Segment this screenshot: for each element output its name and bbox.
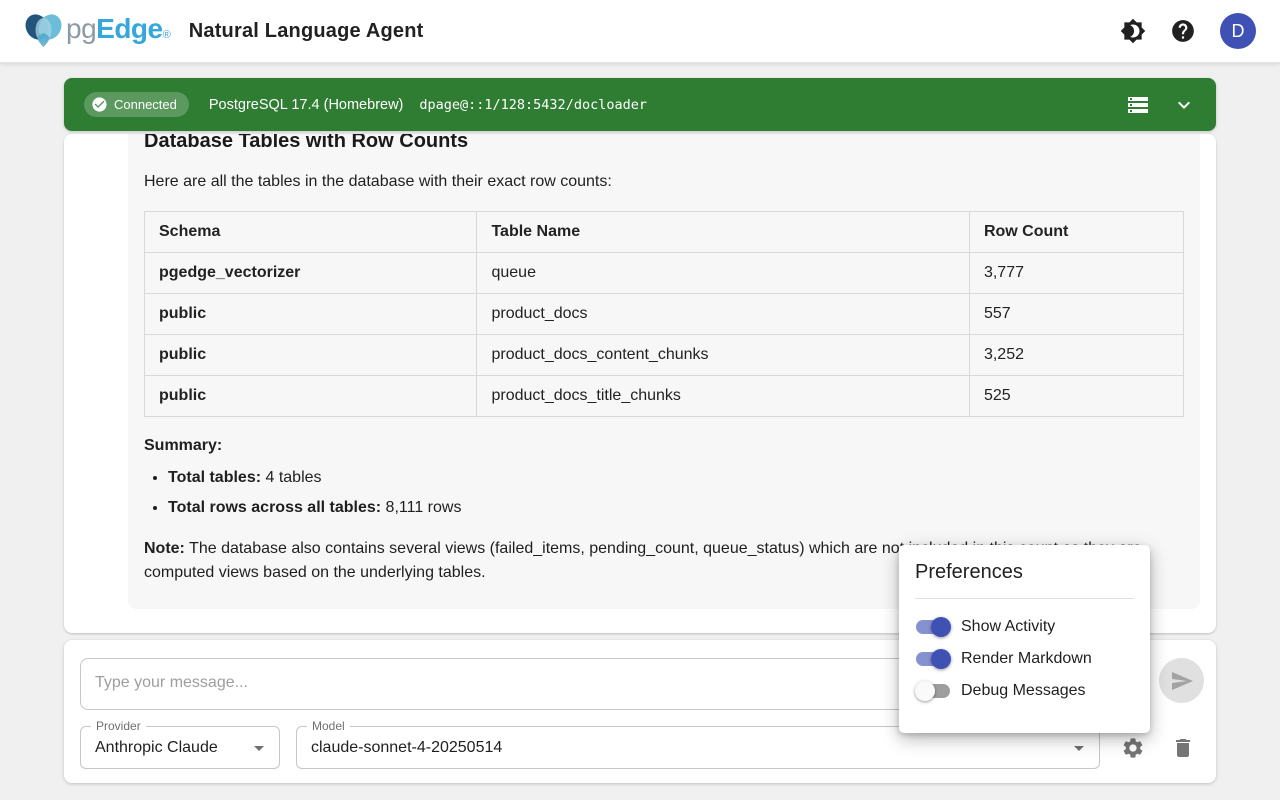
- list-item: Total tables: 4 tables: [168, 469, 1184, 487]
- divider: [915, 598, 1134, 599]
- list-item: Total rows across all tables: 8,111 rows: [168, 499, 1184, 517]
- cell-schema: public: [145, 294, 477, 335]
- app-header: pg Edge ® Natural Language Agent D: [0, 0, 1280, 63]
- provider-select[interactable]: Provider Anthropic Claude: [80, 726, 280, 769]
- render-markdown-toggle[interactable]: [915, 649, 951, 669]
- pref-label: Show Activity: [961, 618, 1055, 636]
- trash-icon[interactable]: [1171, 736, 1195, 760]
- logo-text-pg: pg: [66, 13, 96, 45]
- table-row: public product_docs_title_chunks 525: [145, 376, 1184, 417]
- pgedge-heart-icon: [24, 13, 64, 49]
- preferences-popup: Preferences Show Activity Render Markdow…: [899, 545, 1150, 733]
- send-button[interactable]: [1159, 658, 1204, 703]
- cell-table-name: product_docs: [477, 294, 969, 335]
- send-icon: [1170, 669, 1194, 693]
- table-row: public product_docs_content_chunks 3,252: [145, 335, 1184, 376]
- dark-mode-toggle-icon[interactable]: [1120, 18, 1146, 44]
- cell-table-name: product_docs_title_chunks: [477, 376, 969, 417]
- connection-actions: [1126, 93, 1196, 117]
- pref-label: Render Markdown: [961, 650, 1092, 668]
- table-header-row: Schema Table Name Row Count: [145, 212, 1184, 253]
- pref-label: Debug Messages: [961, 682, 1086, 700]
- logo-text-edge: Edge: [96, 13, 162, 45]
- assistant-message-card: Database Tables with Row Counts Here are…: [128, 134, 1200, 609]
- settings-gear-icon[interactable]: [1121, 736, 1145, 760]
- server-version-label: PostgreSQL 17.4 (Homebrew): [209, 97, 404, 113]
- column-header-table-name: Table Name: [477, 212, 969, 253]
- cell-row-count: 525: [969, 376, 1183, 417]
- summary-list: Total tables: 4 tables Total rows across…: [168, 469, 1184, 517]
- model-select-value: claude-sonnet-4-20250514: [297, 739, 502, 757]
- row-counts-table: Schema Table Name Row Count pgedge_vecto…: [144, 211, 1184, 417]
- logo-registered-mark: ®: [163, 29, 171, 41]
- user-avatar[interactable]: D: [1220, 13, 1256, 49]
- message-heading: Database Tables with Row Counts: [144, 134, 1184, 153]
- pref-row-show-activity: Show Activity: [915, 611, 1134, 643]
- cell-table-name: product_docs_content_chunks: [477, 335, 969, 376]
- connection-bar: Connected PostgreSQL 17.4 (Homebrew) dpa…: [64, 78, 1216, 131]
- check-circle-icon: [91, 96, 108, 113]
- connection-status-badge: Connected: [84, 92, 189, 117]
- cell-schema: pgedge_vectorizer: [145, 253, 477, 294]
- arrow-drop-down-icon: [1067, 736, 1091, 760]
- connection-status-label: Connected: [114, 97, 177, 112]
- show-activity-toggle[interactable]: [915, 617, 951, 637]
- table-row: pgedge_vectorizer queue 3,777: [145, 253, 1184, 294]
- cell-row-count: 3,777: [969, 253, 1183, 294]
- summary-label: Summary:: [144, 437, 1184, 455]
- database-list-icon[interactable]: [1126, 93, 1150, 117]
- pref-row-render-markdown: Render Markdown: [915, 643, 1134, 675]
- model-select-label: Model: [307, 719, 350, 733]
- column-header-schema: Schema: [145, 212, 477, 253]
- help-icon[interactable]: [1170, 18, 1196, 44]
- page-title: Natural Language Agent: [189, 20, 424, 43]
- arrow-drop-down-icon: [247, 736, 271, 760]
- provider-select-label: Provider: [91, 719, 146, 733]
- preferences-title: Preferences: [915, 561, 1134, 584]
- table-row: public product_docs 557: [145, 294, 1184, 335]
- chevron-down-icon[interactable]: [1172, 93, 1196, 117]
- header-actions: D: [1120, 13, 1256, 49]
- cell-table-name: queue: [477, 253, 969, 294]
- debug-messages-toggle[interactable]: [915, 681, 951, 701]
- message-intro: Here are all the tables in the database …: [144, 173, 1184, 191]
- cell-row-count: 557: [969, 294, 1183, 335]
- connection-string: dpage@::1/128:5432/docloader: [419, 97, 647, 113]
- column-header-row-count: Row Count: [969, 212, 1183, 253]
- cell-schema: public: [145, 376, 477, 417]
- cell-schema: public: [145, 335, 477, 376]
- provider-select-value: Anthropic Claude: [81, 739, 218, 757]
- pgedge-logo: pg Edge ®: [24, 13, 171, 49]
- pref-row-debug-messages: Debug Messages: [915, 675, 1134, 707]
- cell-row-count: 3,252: [969, 335, 1183, 376]
